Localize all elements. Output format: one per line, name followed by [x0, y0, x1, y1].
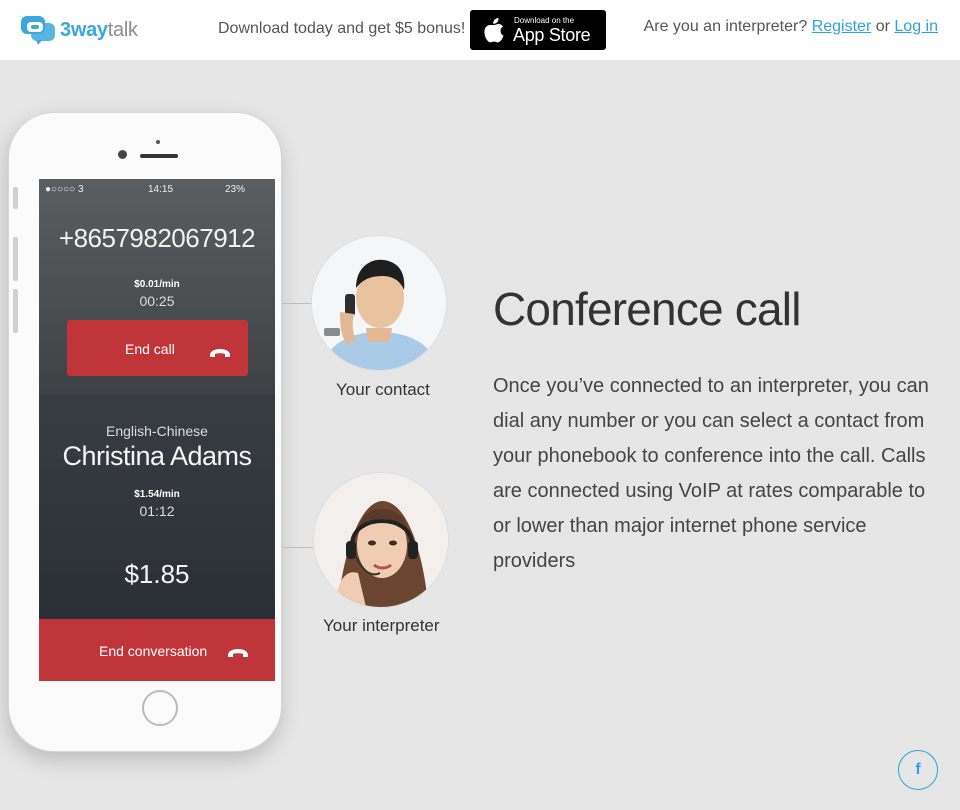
interpreter-duration: 01:12 — [139, 503, 175, 519]
hang-up-icon — [227, 645, 249, 657]
status-time: 14:15 — [148, 184, 174, 195]
end-call-label: End call — [125, 341, 175, 357]
end-call-button[interactable]: End call — [67, 320, 248, 376]
phone-volume-down — [13, 289, 18, 333]
phone-mockup: ●○○○○ 3 14:15 23% +8657982067912 $0.01/m… — [8, 112, 282, 752]
logo[interactable]: 3waytalk — [20, 14, 138, 46]
contact-avatar — [312, 236, 446, 370]
phone-sensor — [156, 140, 160, 144]
total-cost: $1.85 — [124, 559, 190, 589]
login-link[interactable]: Log in — [894, 18, 938, 35]
contact-duration: 00:25 — [139, 293, 175, 309]
contact-caption: Your contact — [336, 380, 430, 399]
register-link[interactable]: Register — [812, 18, 872, 35]
phone-mute-switch — [13, 187, 18, 209]
interpreter-caption: Your interpreter — [323, 616, 440, 635]
hang-up-icon — [209, 345, 231, 357]
front-camera-icon — [118, 150, 127, 159]
phone-volume-up — [13, 237, 18, 281]
or-text: or — [875, 18, 890, 35]
interpreter-question: Are you an interpreter? — [643, 18, 808, 35]
apple-icon — [482, 17, 506, 43]
interpreter-avatar — [314, 473, 448, 607]
promo-text: Download today and get $5 bonus! — [218, 20, 466, 37]
end-conversation-button[interactable]: End conversation — [39, 619, 275, 681]
signal-indicator: ●○○○○ 3 — [45, 184, 84, 195]
connector-line-interpreter — [282, 547, 316, 548]
dialed-number: +8657982067912 — [58, 223, 256, 253]
interpreter-rate: $1.54/min — [134, 489, 180, 500]
end-conversation-label: End conversation — [99, 643, 208, 659]
interpreter-auth: Are you an interpreter? Register or Log … — [644, 18, 938, 36]
page-title: Conference call — [493, 283, 801, 335]
interpreter-name: Christina Adams — [62, 441, 252, 471]
chat-bubble-logo-icon — [20, 14, 56, 46]
logo-text-part1: 3way — [60, 18, 108, 41]
feature-description: Once you’ve connected to an interpreter,… — [493, 375, 929, 572]
language-pair: English-Chinese — [106, 423, 208, 439]
connector-line-contact — [282, 303, 314, 304]
contact-rate: $0.01/min — [134, 279, 180, 290]
home-button[interactable] — [142, 690, 178, 726]
app-store-small-text: Download on the — [514, 16, 575, 25]
facebook-icon[interactable]: f — [898, 750, 938, 790]
phone-speaker — [140, 154, 178, 158]
logo-text-part2: talk — [107, 18, 138, 41]
app-store-big-text: App Store — [513, 25, 591, 45]
logo-text: 3waytalk — [60, 19, 138, 42]
battery-indicator: 23% — [225, 184, 246, 195]
top-bar: 3waytalk Download today and get $5 bonus… — [0, 0, 960, 60]
phone-screen: ●○○○○ 3 14:15 23% +8657982067912 $0.01/m… — [39, 179, 275, 681]
app-store-button[interactable]: Download on the App Store — [470, 10, 606, 50]
